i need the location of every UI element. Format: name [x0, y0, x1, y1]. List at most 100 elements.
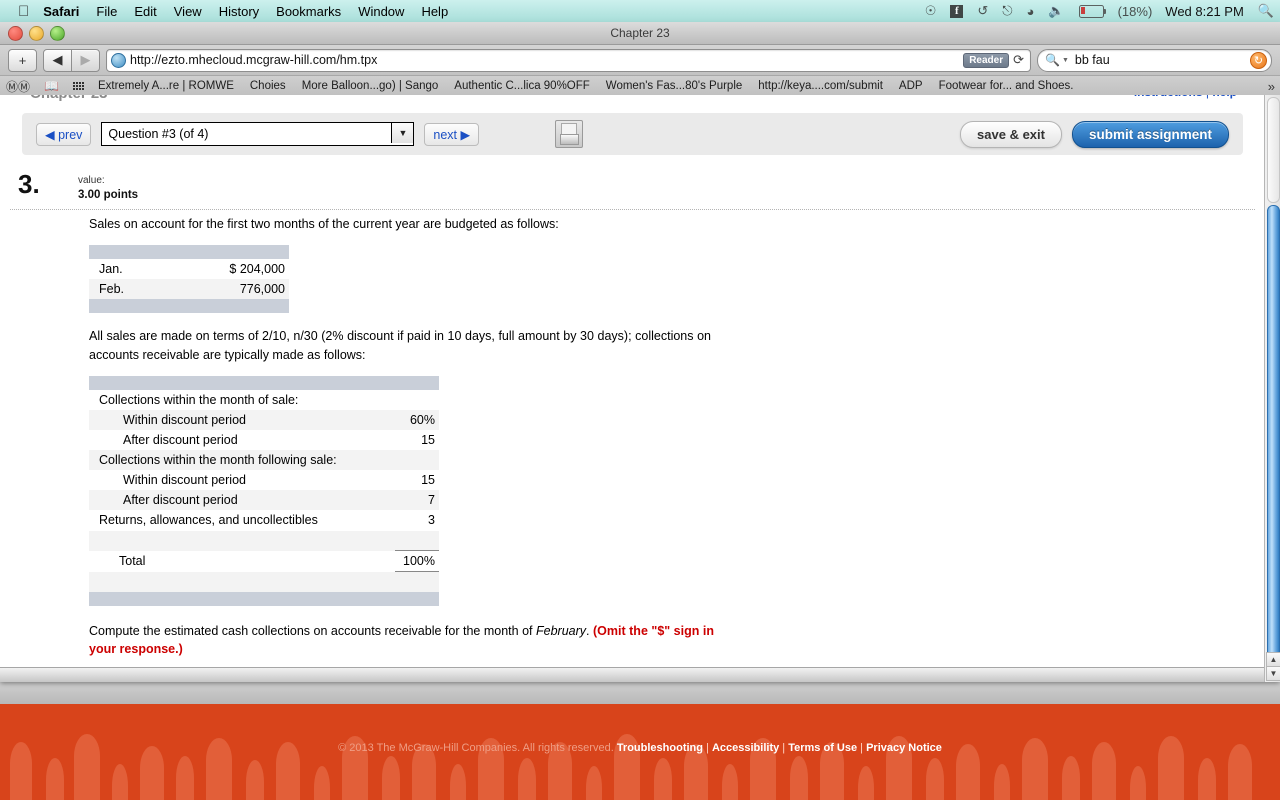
- links-separator: |: [1206, 95, 1209, 99]
- bookmark-item-7[interactable]: Footwear for... and Shoes.: [939, 80, 1074, 92]
- question-terms-text: All sales are made on terms of 2/10, n/3…: [89, 329, 711, 362]
- timemachine-icon[interactable]: ↺: [977, 3, 988, 19]
- bluetooth-icon[interactable]: ⎋: [1002, 3, 1012, 19]
- bookmark-item-5[interactable]: http://keya....com/submit: [758, 80, 883, 92]
- browser-toolbar: + ◀ ▶ http://ezto.mhecloud.mcgraw-hill.c…: [0, 45, 1280, 76]
- spotlight-search-icon[interactable]: 🔍: [1258, 3, 1274, 19]
- help-link[interactable]: help: [1212, 95, 1237, 99]
- footer-sep-2: |: [782, 742, 786, 754]
- footer-sep-1: |: [706, 742, 709, 754]
- collections-value-4: 15: [421, 473, 435, 488]
- safari-browser-window: Chapter 23 + ◀ ▶ http://ezto.mhecloud.mc…: [0, 22, 1280, 682]
- back-button[interactable]: ◀: [43, 48, 72, 72]
- save-and-exit-button[interactable]: save & exit: [960, 120, 1062, 148]
- sales-budget-table: Jan. $ 204,000 Feb. 776,000: [89, 245, 289, 314]
- collections-total-value: 100%: [394, 550, 439, 572]
- submit-assignment-button[interactable]: submit assignment: [1071, 120, 1229, 148]
- menu-item-safari[interactable]: Safari: [43, 4, 79, 19]
- footer-link-troubleshooting[interactable]: Troubleshooting: [617, 742, 703, 754]
- minimize-button[interactable]: [29, 26, 44, 41]
- collections-value-6: 3: [428, 513, 435, 528]
- page-vertical-scrollbar[interactable]: ▲ ▼: [1264, 95, 1280, 682]
- question-value: value: 3.00 points: [78, 175, 138, 202]
- battery-icon[interactable]: [1078, 4, 1107, 18]
- wifi-icon[interactable]: ◕: [1027, 4, 1035, 19]
- menu-item-file[interactable]: File: [96, 4, 117, 19]
- table-row: After discount period 15: [89, 429, 439, 450]
- close-button[interactable]: [8, 26, 23, 41]
- book-icon[interactable]: 📖: [44, 79, 59, 93]
- collections-label-2: After discount period: [123, 432, 238, 447]
- new-tab-button[interactable]: +: [8, 48, 37, 72]
- sales-row-value-feb: 776,000: [239, 282, 285, 297]
- search-scope-chevron-down-icon[interactable]: ▼: [1062, 57, 1069, 64]
- menu-item-help[interactable]: Help: [421, 4, 448, 19]
- volume-icon[interactable]: 🔈: [1048, 3, 1064, 19]
- instructions-help-links: instructions | help: [1134, 95, 1237, 99]
- bookmark-item-3[interactable]: Authentic C...lica 90%OFF: [454, 80, 590, 92]
- chevron-down-icon[interactable]: ▼: [391, 123, 414, 143]
- mac-menu-bar:  Safari File Edit View History Bookmark…: [0, 0, 1280, 22]
- bookmark-item-2[interactable]: More Balloon...go) | Sango: [302, 80, 439, 92]
- instructions-link[interactable]: instructions: [1134, 95, 1203, 99]
- collections-schedule-table: Collections within the month of sale: Wi…: [89, 375, 439, 606]
- zoom-button[interactable]: [50, 26, 65, 41]
- prev-question-button[interactable]: ◀ prev: [36, 122, 92, 146]
- scroll-down-arrow-icon[interactable]: ▼: [1266, 666, 1280, 681]
- address-bar[interactable]: http://ezto.mhecloud.mcgraw-hill.com/hm.…: [106, 48, 1031, 72]
- next-question-button[interactable]: next ▶: [424, 122, 480, 146]
- table-header-bar: [89, 375, 439, 390]
- bookmark-item-0[interactable]: Extremely A...re | ROMWE: [98, 80, 234, 92]
- reload-icon[interactable]: ⟳: [1013, 52, 1024, 68]
- bookmark-item-1[interactable]: Choies: [250, 80, 286, 92]
- sales-row-value-jan: $ 204,000: [229, 262, 285, 277]
- collections-value-2: 15: [421, 432, 435, 447]
- footer-link-accessibility[interactable]: Accessibility: [712, 742, 779, 754]
- facebook-icon[interactable]: f: [950, 4, 964, 18]
- menu-item-bookmarks[interactable]: Bookmarks: [276, 4, 341, 19]
- table-row: Collections within the month of sale:: [89, 389, 439, 410]
- top-sites-icon[interactable]: [72, 82, 84, 90]
- table-row: After discount period 7: [89, 490, 439, 511]
- menu-item-view[interactable]: View: [174, 4, 202, 19]
- apple-icon[interactable]: : [18, 4, 29, 19]
- bookmarks-bar: ⓂⓂ 📖 Extremely A...re | ROMWE Choies Mor…: [0, 76, 1280, 97]
- scrollbar-thumb[interactable]: [1267, 205, 1280, 669]
- reading-glasses-icon[interactable]: ⓂⓂ: [6, 78, 30, 95]
- reset-icon[interactable]: ↻: [1250, 51, 1267, 69]
- question-number: 3.: [18, 169, 40, 199]
- question-body: Sales on account for the first two month…: [0, 169, 1265, 682]
- bookmark-item-4[interactable]: Women's Fas...80's Purple: [606, 80, 742, 92]
- site-globe-icon: [111, 52, 126, 68]
- table-footer-bar: [89, 591, 439, 606]
- search-value: bb fau: [1074, 53, 1110, 67]
- question-select-value: Question #3 (of 4): [108, 127, 209, 141]
- url-text: http://ezto.mhecloud.mcgraw-hill.com/hm.…: [130, 53, 378, 67]
- prompt-text-a: Compute the estimated cash collections o…: [89, 623, 537, 638]
- menu-item-edit[interactable]: Edit: [134, 4, 156, 19]
- window-controls[interactable]: [8, 26, 65, 41]
- collections-value-5: 7: [428, 493, 435, 508]
- footer-link-terms-of-use[interactable]: Terms of Use: [788, 742, 857, 754]
- question-select[interactable]: Question #3 (of 4) ▼: [101, 122, 415, 146]
- dropbox-icon[interactable]: ☉: [925, 3, 937, 19]
- menu-bar-clock[interactable]: Wed 8:21 PM: [1165, 4, 1244, 19]
- collections-value-1: 60%: [409, 412, 435, 427]
- collections-label-3: Collections within the month following s…: [99, 453, 337, 467]
- window-title-bar[interactable]: Chapter 23: [0, 22, 1280, 45]
- menu-item-window[interactable]: Window: [358, 4, 404, 19]
- bookmark-item-6[interactable]: ADP: [899, 80, 923, 92]
- footer-link-privacy-notice[interactable]: Privacy Notice: [866, 742, 942, 754]
- menu-item-history[interactable]: History: [219, 4, 259, 19]
- scroll-up-arrow-icon[interactable]: ▲: [1266, 652, 1280, 667]
- forward-button[interactable]: ▶: [71, 48, 100, 72]
- collections-value-3: [395, 450, 439, 470]
- table-row: Within discount period 60%: [89, 409, 439, 430]
- search-input[interactable]: 🔍 ▼ bb fau ↻: [1037, 48, 1272, 72]
- reader-button[interactable]: Reader: [963, 52, 1010, 68]
- table-total-row: Total 100%: [89, 550, 439, 572]
- bookmarks-overflow-chevron-icon[interactable]: »: [1268, 79, 1275, 94]
- floppy-disk-icon[interactable]: [554, 120, 583, 148]
- sales-row-label-jan: Jan.: [99, 262, 123, 277]
- scrollbar-track-top[interactable]: [1267, 97, 1280, 203]
